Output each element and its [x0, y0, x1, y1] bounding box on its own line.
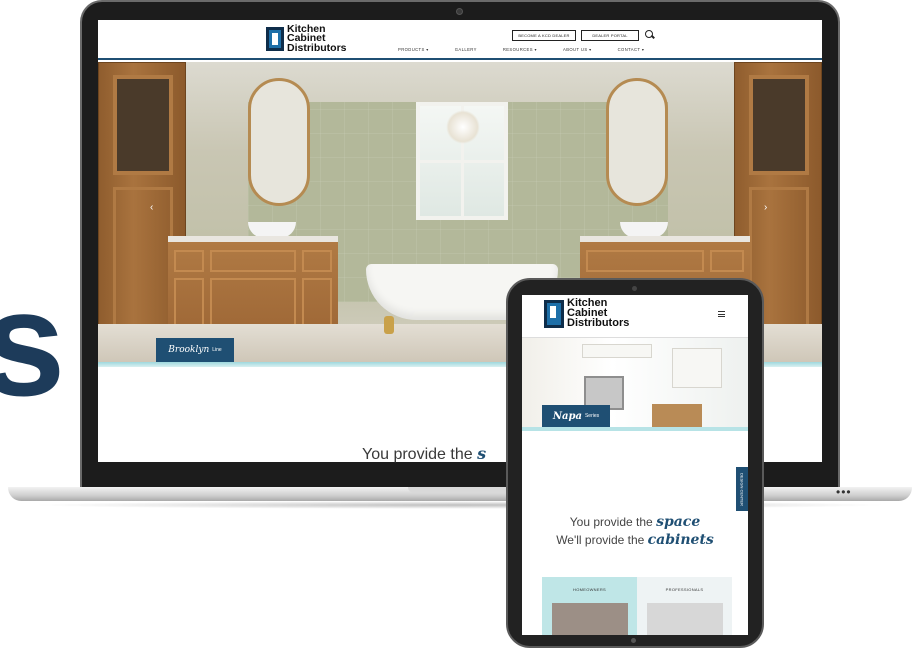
laptop-tagline: You provide the s — [362, 444, 486, 464]
homeowners-card[interactable]: HOMEOWNERS — [542, 577, 637, 635]
logo-text: Kitchen Cabinet Distributors — [567, 298, 630, 329]
dealer-portal-button[interactable]: DEALER PORTAL — [581, 30, 639, 41]
tagline-script: cabinets — [647, 532, 714, 548]
laptop-camera-icon — [456, 8, 463, 15]
design-center-side-button[interactable]: DESIGN CENTER — [736, 467, 748, 511]
mirror-right — [606, 78, 668, 206]
tablet-tagline: You provide the space We'll provide the … — [522, 513, 748, 549]
card-title: PROFESSIONALS — [665, 587, 704, 592]
drawer — [302, 250, 332, 272]
nav-products[interactable]: PRODUCTS ▾ — [398, 47, 429, 52]
nav-gallery[interactable]: GALLERY — [455, 47, 477, 52]
main-nav: PRODUCTS ▾ GALLERY RESOURCES ▾ ABOUT US … — [398, 47, 670, 52]
nav-resources[interactable]: RESOURCES ▾ — [503, 47, 537, 52]
wood-counter — [652, 404, 702, 428]
drawer — [586, 250, 704, 272]
tagline-text: We'll provide the — [556, 533, 645, 547]
drawer — [710, 250, 744, 272]
drawer — [210, 250, 296, 272]
product-series-tag[interactable]: Napa Series — [542, 405, 610, 427]
site-logo[interactable]: Kitchen Cabinet Distributors — [266, 23, 347, 54]
tablet-accent-band — [522, 427, 748, 431]
chandelier — [446, 110, 480, 144]
nav-about-us[interactable]: ABOUT US ▾ — [563, 47, 592, 52]
drawer — [174, 250, 204, 272]
upper-cabinet — [672, 348, 722, 388]
logo-line-3: Distributors — [567, 316, 630, 329]
search-icon[interactable] — [645, 30, 653, 38]
more-dots-icon: ••• — [836, 485, 852, 499]
tagline-line-1: You provide the space — [522, 513, 748, 531]
hero-prev-arrow-icon[interactable]: ‹ — [150, 202, 153, 213]
tagline-script: space — [656, 514, 701, 530]
cabinet-glass — [113, 75, 173, 175]
logo-mark-icon — [544, 299, 564, 328]
line-name: Brooklyn — [168, 345, 210, 355]
tagline-script: s — [477, 444, 487, 463]
site-header: Kitchen Cabinet Distributors BECOME A KC… — [98, 20, 822, 60]
tagline-text: You provide the — [569, 515, 653, 529]
professionals-card[interactable]: PROFESSIONALS — [637, 577, 732, 635]
nav-contact[interactable]: CONTACT ▾ — [618, 47, 645, 52]
tagline-text: You provide the — [362, 446, 473, 463]
range-hood — [582, 344, 652, 358]
tablet-screen: Kitchen Cabinet Distributors Napa Series… — [522, 295, 748, 635]
logo-text: Kitchen Cabinet Distributors — [287, 23, 347, 54]
tub-foot — [384, 316, 394, 334]
tagline-line-2: We'll provide the cabinets — [522, 531, 748, 549]
logo-mark-icon — [266, 27, 284, 52]
cabinet-glass — [749, 75, 809, 175]
card-photo — [552, 603, 628, 635]
series-name: Napa — [552, 410, 582, 422]
tablet-site-logo[interactable]: Kitchen Cabinet Distributors — [544, 298, 630, 329]
mirror-left — [248, 78, 310, 206]
become-dealer-button[interactable]: BECOME A KCD DEALER — [512, 30, 576, 41]
series-suffix: Series — [584, 413, 600, 419]
tablet-home-button-icon[interactable] — [631, 638, 636, 643]
audience-cards: HOMEOWNERS PROFESSIONALS — [542, 577, 732, 635]
product-line-tag[interactable]: Brooklyn Line — [156, 338, 234, 362]
menu-hamburger-icon[interactable] — [718, 311, 725, 317]
laptop-notch — [408, 487, 512, 493]
hero-next-arrow-icon[interactable]: › — [764, 202, 767, 213]
card-photo — [647, 603, 723, 635]
line-suffix: Line — [212, 347, 222, 353]
background-letter: s — [0, 259, 66, 427]
card-title: HOMEOWNERS — [573, 587, 606, 592]
tablet-camera-icon — [632, 286, 637, 291]
logo-line-3: Distributors — [287, 41, 347, 54]
